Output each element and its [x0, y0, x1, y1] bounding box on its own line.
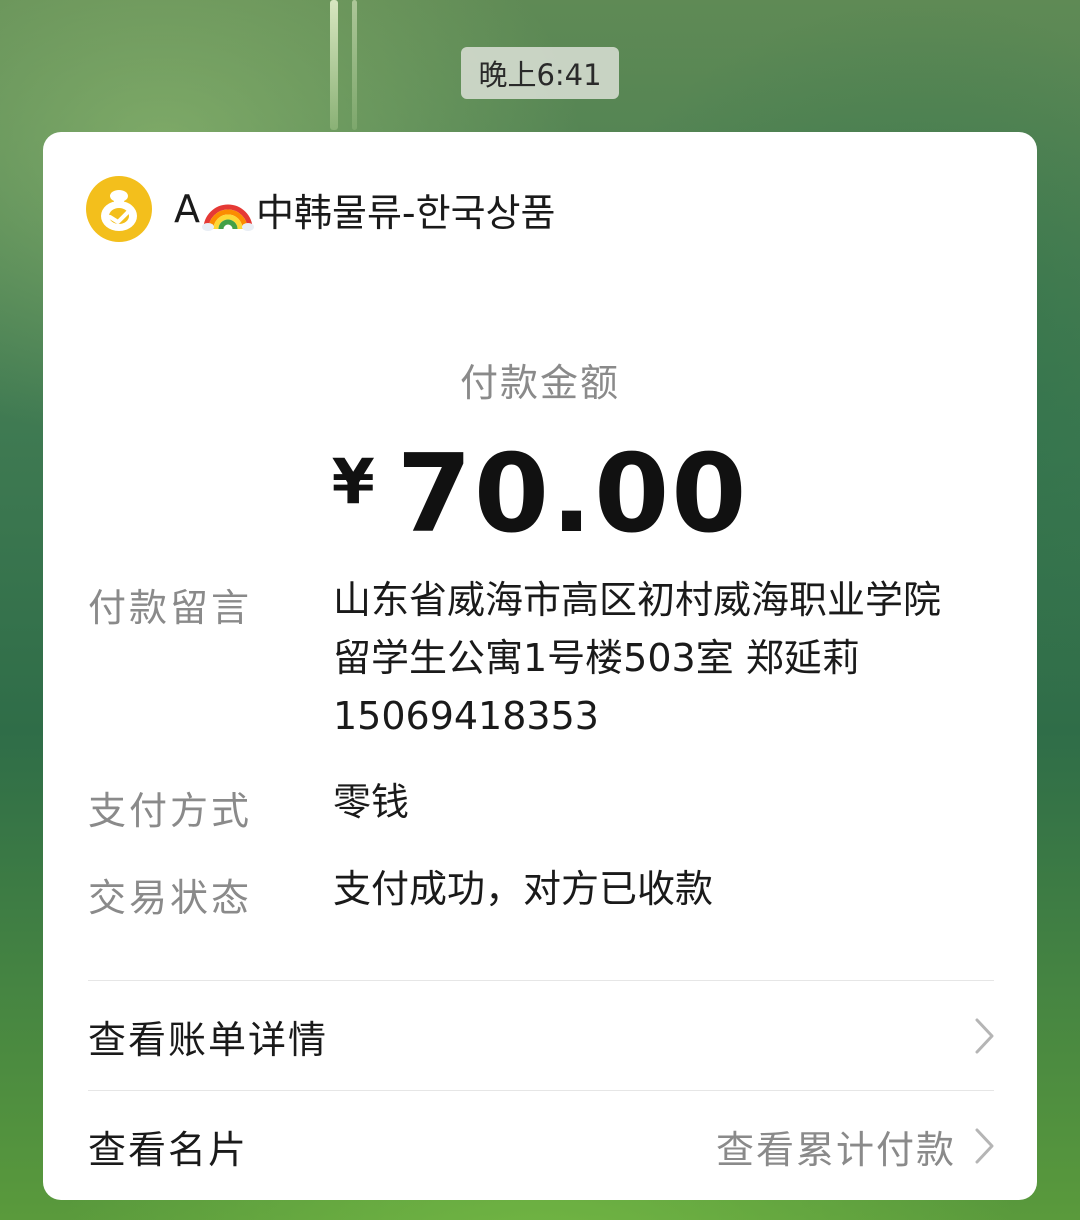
background-grass-blade: [352, 0, 357, 130]
status-value: 支付成功，对方已收款: [333, 867, 714, 911]
chevron-right-icon: [975, 1128, 994, 1164]
wechat-pay-merchant-logo-icon[interactable]: [86, 176, 152, 242]
rainbow-icon: [202, 187, 254, 231]
view-bill-details-label: 查看账单详情: [88, 1017, 329, 1062]
amount-value: 70.00: [396, 432, 749, 557]
payment-card: A 中韩물류-한국상품 付款金额 ¥70.00 付款留言 山东省威海市高区初村威…: [43, 132, 1037, 1200]
merchant-header[interactable]: A 中韩물류-한국상품: [86, 176, 555, 242]
merchant-prefix: A: [174, 187, 200, 231]
background-grass-blade: [330, 0, 338, 130]
view-business-card-button[interactable]: 查看名片 查看累计付款: [88, 1091, 996, 1201]
note-label: 付款留言: [88, 586, 253, 630]
currency-symbol: ¥: [331, 445, 375, 518]
chevron-right-icon: [975, 1018, 994, 1054]
method-value: 零钱: [333, 780, 410, 824]
time-text: 晚上6:41: [478, 58, 602, 92]
status-label: 交易状态: [88, 876, 253, 920]
time-badge: 晚上6:41: [461, 47, 619, 99]
merchant-name-text: 中韩물류-한국상품: [256, 190, 556, 235]
note-value: 山东省威海市高区初村威海职业学院留学生公寓1号楼503室 郑延莉15069418…: [333, 578, 942, 738]
view-bill-details-button[interactable]: 查看账单详情: [88, 981, 996, 1091]
view-cumulative-payments-link[interactable]: 查看累计付款: [716, 1119, 956, 1174]
payment-amount: ¥70.00: [43, 432, 1037, 557]
view-business-card-label: 查看名片: [88, 1127, 249, 1172]
merchant-name: A 中韩물류-한국상품: [174, 182, 555, 237]
amount-label: 付款金额: [459, 361, 620, 405]
method-label: 支付方式: [88, 789, 253, 833]
